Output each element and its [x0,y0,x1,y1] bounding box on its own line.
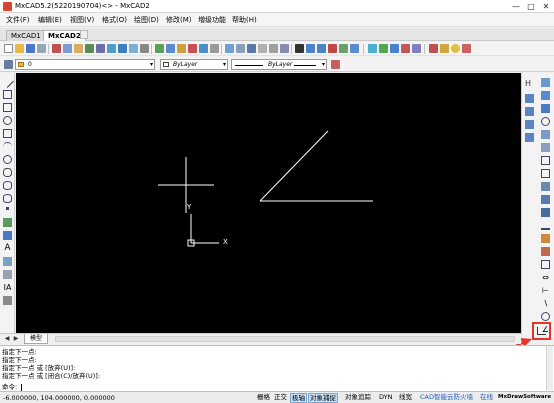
online-link[interactable]: 在线 [479,393,494,403]
coordinate-readout: -6.000000, 104.000000, 0.000000 [3,394,115,402]
dyn-toggle[interactable]: DYN [378,393,393,403]
text-caret [21,383,23,391]
tab-model[interactable]: 模型 [24,334,49,344]
grid-toggle[interactable]: 栅格 [256,393,271,403]
command-history-line: 指定下一点 或 [闭合(C)/放弃(U)]: [2,372,101,380]
status-bar: -6.000000, 104.000000, 0.000000 栅格 正交 极轴… [0,391,554,403]
polar-toggle[interactable]: 极轴 [290,393,307,403]
command-input[interactable]: 命令: [2,381,23,391]
otrack-toggle[interactable]: 对象追踪 [344,393,372,403]
tab-prev-icon[interactable]: ◀ [3,335,11,343]
horizontal-scrollbar[interactable] [55,336,515,342]
layout-tabs: ◀ ▶ 模型 [0,333,521,344]
command-prompt: 命令: [2,383,18,391]
tab-next-icon[interactable]: ▶ [12,335,20,343]
ortho-toggle[interactable]: 正交 [273,393,288,403]
lineweight-toggle[interactable]: 线宽 [398,393,413,403]
brand-label: MxDrawSoftware [498,394,552,400]
cloud-firewall-link[interactable]: CAD智能云防火墙 [419,393,474,403]
command-window: 指定下一点: 指定下一点: 指定下一点 或 [放弃(U)]: 指定下一点 或 [… [0,345,554,391]
command-scrollbar[interactable] [546,346,553,390]
osnap-toggle[interactable]: 对象捕捉 [308,393,338,403]
